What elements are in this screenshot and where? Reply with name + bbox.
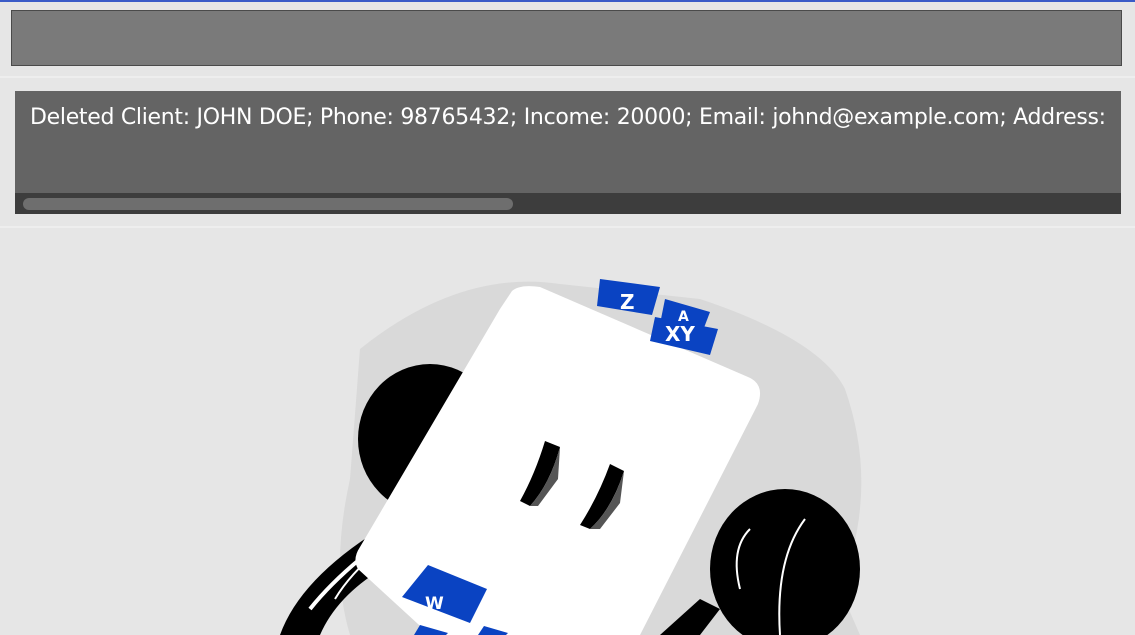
horizontal-scrollbar[interactable]: [15, 193, 1121, 214]
app-window: { "command_box": { "value": "", "placeho…: [0, 0, 1135, 635]
command-input[interactable]: [11, 10, 1122, 66]
divider-bottom: [0, 226, 1135, 228]
tab-z-label: Z: [620, 290, 635, 314]
divider-top: [0, 76, 1135, 78]
scrollbar-thumb[interactable]: [23, 198, 513, 210]
tab-xy-label: XY: [665, 322, 695, 346]
tab-w-label: W: [425, 594, 444, 614]
window-top-border: [0, 0, 1135, 2]
result-message: Deleted Client: JOHN DOE; Phone: 9876543…: [30, 105, 1106, 130]
result-display[interactable]: Deleted Client: JOHN DOE; Phone: 9876543…: [15, 91, 1121, 214]
rolodex-icon: Z A XY W: [280, 279, 862, 635]
